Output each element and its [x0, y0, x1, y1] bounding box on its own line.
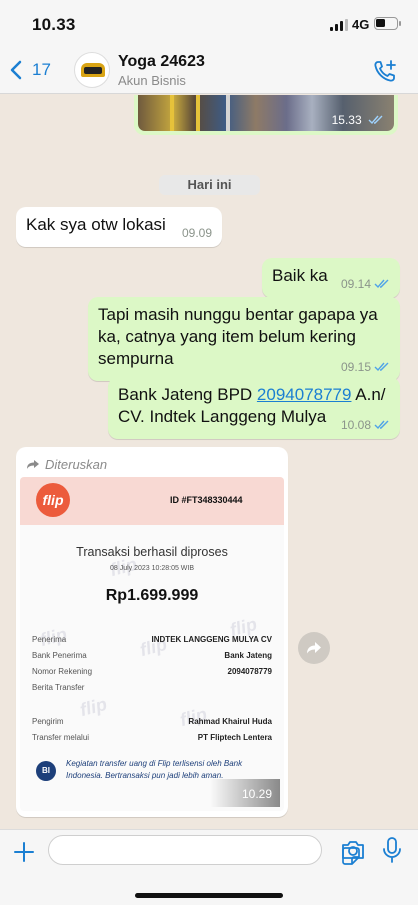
share-icon — [307, 642, 321, 654]
message-time: 10.29 — [241, 787, 272, 801]
receipt-row: Bank Penerima Bank Jateng — [32, 651, 272, 660]
read-ticks-icon — [368, 115, 383, 125]
chat-area[interactable]: 15.33 Hari ini Kak sya otw lokasi 09.09 … — [0, 95, 418, 829]
receipt-row: Berita Transfer — [32, 683, 85, 692]
receipt-date: 08 July 2023 10:28:05 WIB — [109, 565, 195, 572]
forwarded-label: Diteruskan — [20, 451, 284, 477]
add-call-icon[interactable] — [372, 58, 398, 84]
forwarded-image-message[interactable]: Diteruskan flip flip flip flip flip flip… — [16, 447, 288, 817]
message-input[interactable] — [48, 835, 360, 865]
message-time: 09.14 — [341, 273, 390, 295]
contact-name[interactable]: Yoga 24623 — [118, 53, 205, 71]
photo-message[interactable]: 15.33 — [134, 95, 398, 135]
network-label: 4G — [352, 17, 370, 32]
chat-header: 17 Yoga 24623 Akun Bisnis — [0, 48, 418, 94]
message-time: 15.33 — [332, 113, 384, 127]
message-bubble[interactable]: Tapi masih nunggu bentar gapapa ya ka, c… — [88, 297, 400, 381]
back-count: 17 — [32, 60, 51, 79]
forward-arrow-icon — [27, 459, 39, 469]
message-bubble[interactable]: Bank Jateng BPD 2094078779 A.n/ CV. Indt… — [108, 377, 400, 439]
compose-bar — [0, 829, 418, 905]
message-time: 09.15 — [341, 356, 390, 378]
back-button[interactable]: 17 — [10, 54, 51, 86]
message-bubble[interactable]: Kak sya otw lokasi 09.09 — [16, 207, 222, 247]
day-separator: Hari ini — [159, 175, 260, 195]
transfer-receipt-image[interactable]: flip flip flip flip flip flip flip ID #F… — [20, 477, 284, 811]
message-text: Kak sya otw lokasi — [26, 215, 166, 234]
signal-icon — [330, 19, 348, 31]
receipt-row: Penerima INDTEK LANGGENG MULYA CV — [32, 635, 272, 644]
status-bar: 10.33 4G — [0, 0, 418, 48]
camera-icon[interactable] — [340, 838, 366, 862]
receipt-id: ID #FT348330444 — [170, 495, 243, 505]
read-ticks-icon — [374, 279, 389, 289]
message-time: 10.08 — [341, 414, 390, 436]
share-button[interactable] — [298, 632, 330, 664]
home-indicator — [135, 893, 283, 898]
message-text: Baik ka — [272, 266, 328, 285]
bank-indonesia-logo: BI — [36, 761, 56, 781]
message-text: Tapi masih nunggu bentar gapapa ya ka, c… — [98, 305, 378, 368]
plus-icon[interactable] — [12, 840, 36, 864]
receipt-row: Nomor Rekening 2094078779 — [32, 667, 272, 676]
message-time: 09.09 — [181, 226, 212, 240]
receipt-row: Transfer melalui PT Fliptech Lentera — [32, 733, 272, 742]
battery-icon — [374, 17, 401, 30]
contact-subtitle: Akun Bisnis — [118, 73, 186, 88]
read-ticks-icon — [374, 420, 389, 430]
read-ticks-icon — [374, 362, 389, 372]
avatar[interactable] — [74, 52, 110, 88]
message-bubble[interactable]: Baik ka 09.14 — [262, 258, 400, 298]
account-number-link[interactable]: 2094078779 — [257, 385, 352, 404]
flip-logo: flip — [36, 483, 70, 517]
mic-icon[interactable] — [382, 836, 402, 864]
receipt-title: Transaksi berhasil diproses — [76, 545, 228, 559]
status-time: 10.33 — [32, 15, 76, 34]
back-chevron-icon — [10, 60, 22, 80]
receipt-amount: Rp1.699.999 — [105, 587, 199, 604]
receipt-row: Pengirim Rahmad Khairul Huda — [32, 717, 272, 726]
